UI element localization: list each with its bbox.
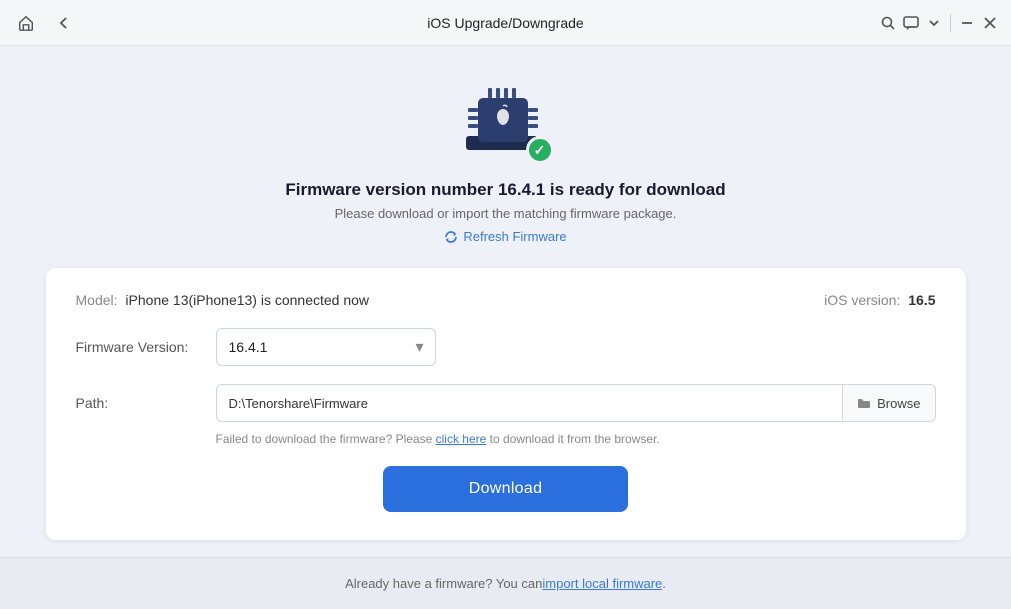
import-local-firmware-link[interactable]: import local firmware [542, 576, 662, 591]
model-label: Model: [76, 292, 118, 308]
title-bar-right [879, 9, 999, 37]
check-badge: ✓ [526, 136, 554, 164]
click-here-link[interactable]: click here [436, 432, 487, 446]
chat-button[interactable] [902, 9, 919, 37]
refresh-firmware-link[interactable]: Refresh Firmware [444, 229, 566, 244]
ios-label: iOS version: [824, 292, 900, 308]
back-button[interactable] [50, 9, 78, 37]
firmware-card: Model: iPhone 13(iPhone13) is connected … [46, 268, 966, 540]
path-input-wrap: D:\Tenorshare\Firmware Browse [216, 384, 936, 422]
title-bar-divider [950, 14, 951, 32]
model-info: Model: iPhone 13(iPhone13) is connected … [76, 292, 370, 308]
path-label: Path: [76, 395, 216, 411]
folder-icon [857, 396, 871, 410]
firmware-select-wrap: 16.4.1 16.4 16.3.1 16.3 [216, 328, 436, 366]
card-top-row: Model: iPhone 13(iPhone13) is connected … [76, 292, 936, 308]
fail-note: Failed to download the firmware? Please … [216, 432, 936, 446]
hero-title: Firmware version number 16.4.1 is ready … [285, 180, 725, 200]
firmware-label: Firmware Version: [76, 339, 216, 355]
firmware-row: Firmware Version: 16.4.1 16.4 16.3.1 16.… [76, 328, 936, 366]
home-button[interactable] [12, 9, 40, 37]
main-content: ✓ Firmware version number 16.4.1 is read… [0, 46, 1011, 557]
path-row: Path: D:\Tenorshare\Firmware Browse [76, 384, 936, 422]
close-button[interactable] [982, 9, 999, 37]
download-button[interactable]: Download [383, 466, 628, 512]
browse-button[interactable]: Browse [842, 385, 934, 421]
ios-value: 16.5 [908, 292, 935, 308]
search-button[interactable] [879, 9, 896, 37]
device-icon-wrap: ✓ [456, 76, 556, 166]
model-value: iPhone 13(iPhone13) is connected now [125, 292, 369, 308]
chevron-down-button[interactable] [925, 9, 942, 37]
window-title: iOS Upgrade/Downgrade [132, 15, 879, 31]
footer: Already have a firmware? You can import … [0, 557, 1011, 609]
title-bar-left [12, 9, 132, 37]
firmware-version-select[interactable]: 16.4.1 16.4 16.3.1 16.3 [216, 328, 436, 366]
hero-section: ✓ Firmware version number 16.4.1 is read… [285, 76, 725, 244]
path-value: D:\Tenorshare\Firmware [217, 396, 843, 411]
hero-subtitle: Please download or import the matching f… [335, 206, 677, 221]
ios-info: iOS version: 16.5 [824, 292, 935, 308]
title-bar: iOS Upgrade/Downgrade [0, 0, 1011, 46]
refresh-icon [444, 230, 458, 244]
minimize-button[interactable] [959, 9, 976, 37]
